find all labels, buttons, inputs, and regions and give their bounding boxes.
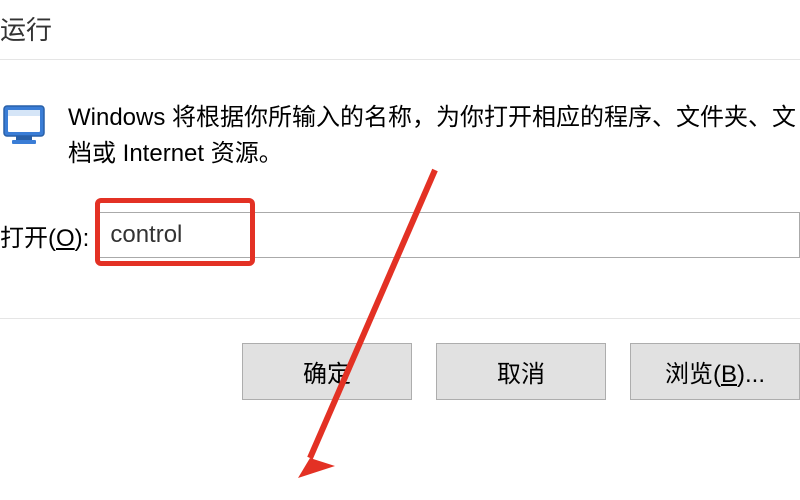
- browse-button[interactable]: 浏览(B)...: [630, 343, 800, 400]
- open-input[interactable]: [97, 212, 800, 258]
- title-bar: 运行: [0, 0, 800, 60]
- info-row: Windows 将根据你所输入的名称，为你打开相应的程序、文件夹、文档或 Int…: [0, 100, 800, 172]
- run-description: Windows 将根据你所输入的名称，为你打开相应的程序、文件夹、文档或 Int…: [68, 100, 800, 172]
- ok-button[interactable]: 确定: [242, 343, 412, 400]
- cancel-button[interactable]: 取消: [436, 343, 606, 400]
- run-icon: [0, 100, 48, 148]
- open-label: 打开(O):: [0, 218, 89, 253]
- input-row: 打开(O):: [0, 212, 800, 258]
- content-area: Windows 将根据你所输入的名称，为你打开相应的程序、文件夹、文档或 Int…: [0, 60, 800, 400]
- input-wrapper: [97, 212, 800, 258]
- dialog-title: 运行: [0, 15, 52, 45]
- button-row: 确定 取消 浏览(B)...: [0, 318, 800, 400]
